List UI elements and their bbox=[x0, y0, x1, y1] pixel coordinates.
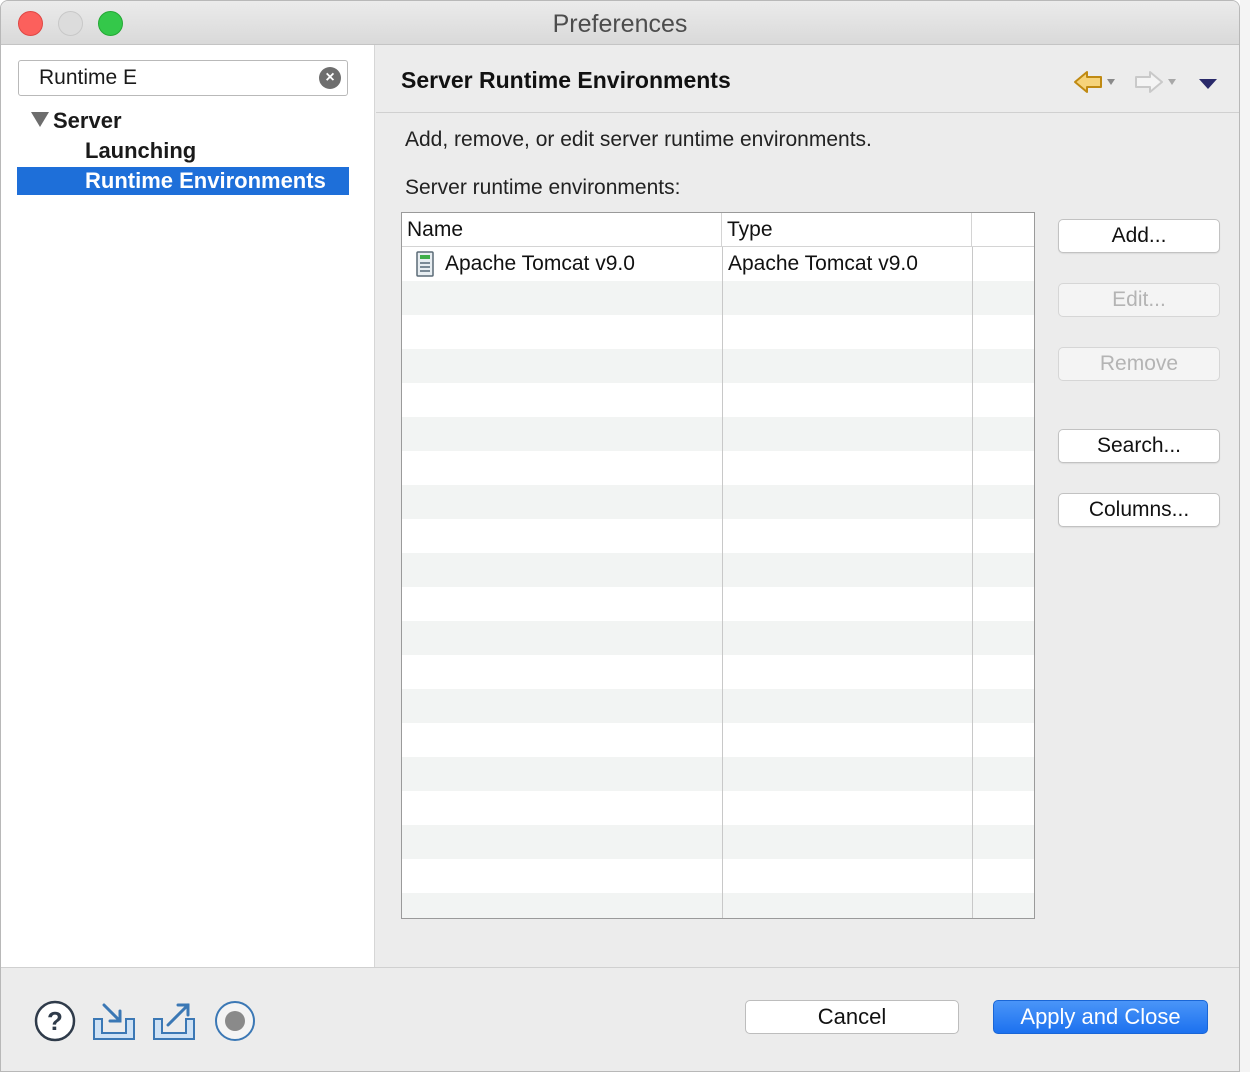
clear-filter-icon[interactable]: × bbox=[319, 67, 341, 89]
add-button[interactable]: Add... bbox=[1058, 219, 1220, 253]
view-menu-button[interactable] bbox=[1198, 77, 1218, 103]
help-icon: ? bbox=[34, 1000, 76, 1042]
table-header: Name Type bbox=[402, 213, 1034, 247]
cancel-button[interactable]: Cancel bbox=[745, 1000, 959, 1034]
tree-item-label: Server bbox=[53, 108, 122, 133]
record-button[interactable] bbox=[213, 999, 257, 1043]
view-menu-icon bbox=[1199, 79, 1217, 89]
tree-item-runtime-environments[interactable]: Runtime Environments bbox=[17, 167, 349, 195]
export-icon bbox=[153, 1003, 195, 1040]
table-body bbox=[402, 247, 1034, 918]
title-bar[interactable]: Preferences bbox=[1, 1, 1239, 45]
back-arrow-icon bbox=[1074, 71, 1115, 93]
runtime-table[interactable]: Name Type Apache Tomcat v9.0 Apache Tomc… bbox=[401, 212, 1035, 919]
forward-arrow-icon bbox=[1135, 71, 1176, 93]
preferences-dialog: Preferences × Server Launching Runtime E… bbox=[0, 0, 1240, 1072]
preference-tree-pane: × Server Launching Runtime Environments bbox=[1, 45, 375, 967]
remove-button[interactable]: Remove bbox=[1058, 347, 1220, 381]
tree-item-launching[interactable]: Launching bbox=[85, 136, 196, 166]
tree-item-label: Runtime Environments bbox=[85, 168, 326, 193]
table-row[interactable]: Apache Tomcat v9.0 Apache Tomcat v9.0 bbox=[402, 247, 1034, 281]
dialog-footer: ? Cancel Apply and Close bbox=[1, 967, 1239, 1071]
column-divider bbox=[972, 247, 973, 918]
runtime-type-cell: Apache Tomcat v9.0 bbox=[728, 252, 918, 275]
import-icon bbox=[93, 1003, 135, 1040]
page-header: Server Runtime Environments bbox=[376, 45, 1239, 113]
svg-text:?: ? bbox=[47, 1006, 63, 1036]
runtime-list-label: Server runtime environments: bbox=[405, 176, 681, 199]
column-header-name[interactable]: Name bbox=[402, 213, 722, 247]
runtime-name-cell: Apache Tomcat v9.0 bbox=[445, 252, 635, 275]
record-icon bbox=[215, 1001, 255, 1041]
server-icon bbox=[416, 251, 434, 277]
back-button[interactable] bbox=[1073, 69, 1115, 95]
edit-button[interactable]: Edit... bbox=[1058, 283, 1220, 317]
window-title: Preferences bbox=[552, 10, 688, 38]
export-button[interactable] bbox=[152, 999, 196, 1043]
column-divider bbox=[722, 247, 723, 918]
help-button[interactable]: ? bbox=[33, 999, 77, 1043]
search-button[interactable]: Search... bbox=[1058, 429, 1220, 463]
import-button[interactable] bbox=[92, 999, 136, 1043]
column-header-type[interactable]: Type bbox=[722, 213, 972, 247]
expand-triangle-icon[interactable] bbox=[31, 111, 49, 127]
filter-input[interactable] bbox=[19, 61, 309, 95]
tree-item-server[interactable]: Server bbox=[31, 106, 122, 136]
apply-and-close-button[interactable]: Apply and Close bbox=[993, 1000, 1208, 1034]
columns-button[interactable]: Columns... bbox=[1058, 493, 1220, 527]
tree-item-label: Launching bbox=[85, 138, 197, 163]
background-app-strip bbox=[1240, 0, 1250, 1072]
filter-field[interactable]: × bbox=[18, 60, 348, 96]
page-description: Add, remove, or edit server runtime envi… bbox=[405, 128, 872, 151]
forward-button[interactable] bbox=[1134, 69, 1176, 95]
page-title: Server Runtime Environments bbox=[401, 67, 731, 93]
